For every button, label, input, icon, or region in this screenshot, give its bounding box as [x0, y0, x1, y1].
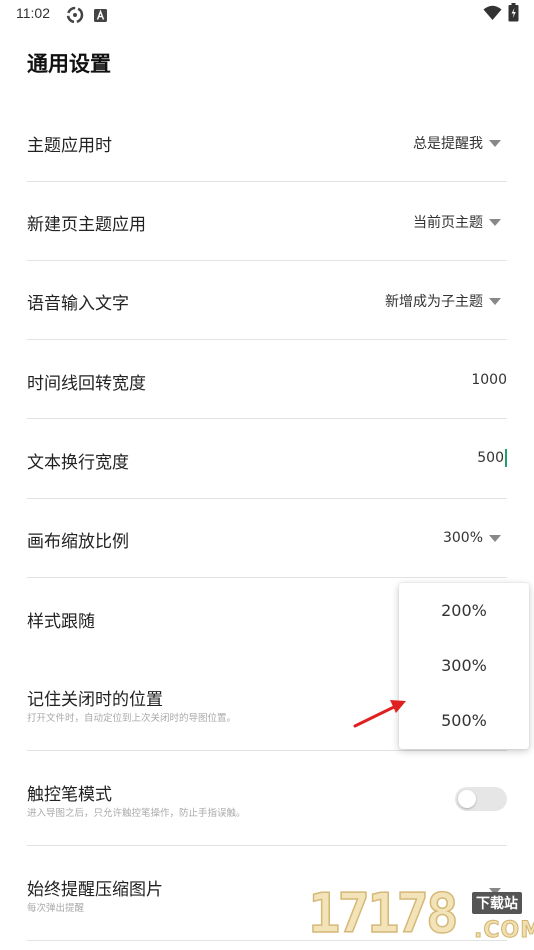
- status-time: 11:02: [16, 5, 50, 21]
- setting-value: 总是提醒我: [413, 136, 483, 152]
- setting-text-wrap-width[interactable]: 文本换行宽度 500: [27, 447, 507, 473]
- setting-description: 每次弹出提醒: [27, 903, 85, 914]
- caret-down-icon: [489, 218, 501, 226]
- text-cursor: [505, 449, 507, 467]
- page-title: 通用设置: [27, 52, 111, 76]
- setting-value: 300%: [442, 530, 483, 546]
- divider: [27, 418, 507, 419]
- setting-label: 触控笔模式: [27, 785, 112, 805]
- a-badge-icon: [94, 7, 107, 26]
- setting-value-dropdown[interactable]: 当前页主题: [413, 212, 501, 232]
- setting-new-page-theme[interactable]: 新建页主题应用 当前页主题: [27, 209, 507, 235]
- setting-label: 样式跟随: [27, 612, 95, 632]
- watermark-logo: 17178 下载站 .COM: [307, 880, 534, 950]
- zoom-option-200[interactable]: 200%: [399, 586, 529, 636]
- setting-label: 始终提醒压缩图片: [27, 880, 163, 900]
- annotation-arrow-icon: [353, 700, 406, 728]
- text-wrap-width-input[interactable]: 500: [477, 449, 507, 467]
- sync-icon: [66, 6, 84, 28]
- caret-down-icon: [489, 534, 501, 542]
- setting-stylus-mode[interactable]: 触控笔模式 进入导图之后，只允许触控笔操作，防止手指误触。: [27, 780, 507, 820]
- battery-icon: [508, 3, 519, 26]
- setting-label: 新建页主题应用: [27, 215, 146, 235]
- watermark-suffix: .COM: [473, 918, 534, 944]
- caret-down-icon: [489, 139, 501, 147]
- zoom-option-300[interactable]: 300%: [399, 641, 529, 691]
- setting-label: 画布缩放比例: [27, 532, 129, 552]
- caret-down-icon: [489, 297, 501, 305]
- divider: [27, 339, 507, 340]
- setting-theme-apply[interactable]: 主题应用时 总是提醒我: [27, 130, 507, 156]
- setting-value-dropdown[interactable]: 300%: [443, 530, 501, 546]
- stylus-mode-toggle[interactable]: [455, 787, 507, 811]
- watermark-badge: 下载站: [472, 892, 522, 914]
- wifi-icon: [483, 5, 502, 25]
- setting-description: 打开文件时，自动定位到上次关闭时的导图位置。: [27, 713, 237, 724]
- setting-voice-input[interactable]: 语音输入文字 新增成为子主题: [27, 288, 507, 314]
- timeline-width-input[interactable]: 1000: [471, 372, 507, 388]
- setting-label: 语音输入文字: [27, 294, 129, 314]
- divider: [27, 845, 507, 846]
- setting-description: 进入导图之后，只允许触控笔操作，防止手指误触。: [27, 808, 246, 819]
- status-bar: 11:02: [0, 0, 534, 28]
- setting-label: 文本换行宽度: [27, 453, 129, 473]
- setting-value-dropdown[interactable]: 总是提醒我: [413, 133, 501, 153]
- setting-timeline-width[interactable]: 时间线回转宽度 1000: [27, 368, 507, 394]
- setting-canvas-zoom[interactable]: 画布缩放比例 300%: [27, 526, 507, 552]
- divider: [27, 577, 507, 578]
- divider: [27, 498, 507, 499]
- setting-value-dropdown[interactable]: 新增成为子主题: [385, 291, 501, 311]
- setting-value: 1000: [471, 372, 507, 388]
- divider: [27, 181, 507, 182]
- setting-value: 新增成为子主题: [385, 294, 483, 310]
- divider: [27, 750, 507, 751]
- toggle-knob: [458, 790, 476, 808]
- watermark-digits: 17178: [307, 881, 459, 946]
- divider: [27, 260, 507, 261]
- setting-label: 主题应用时: [27, 136, 112, 156]
- setting-label: 时间线回转宽度: [27, 374, 146, 394]
- zoom-dropdown-menu: 200% 300% 500%: [399, 583, 529, 749]
- setting-label: 记住关闭时的位置: [27, 690, 163, 710]
- setting-value: 当前页主题: [413, 215, 483, 231]
- zoom-option-500[interactable]: 500%: [399, 696, 529, 746]
- setting-value: 500: [477, 450, 504, 466]
